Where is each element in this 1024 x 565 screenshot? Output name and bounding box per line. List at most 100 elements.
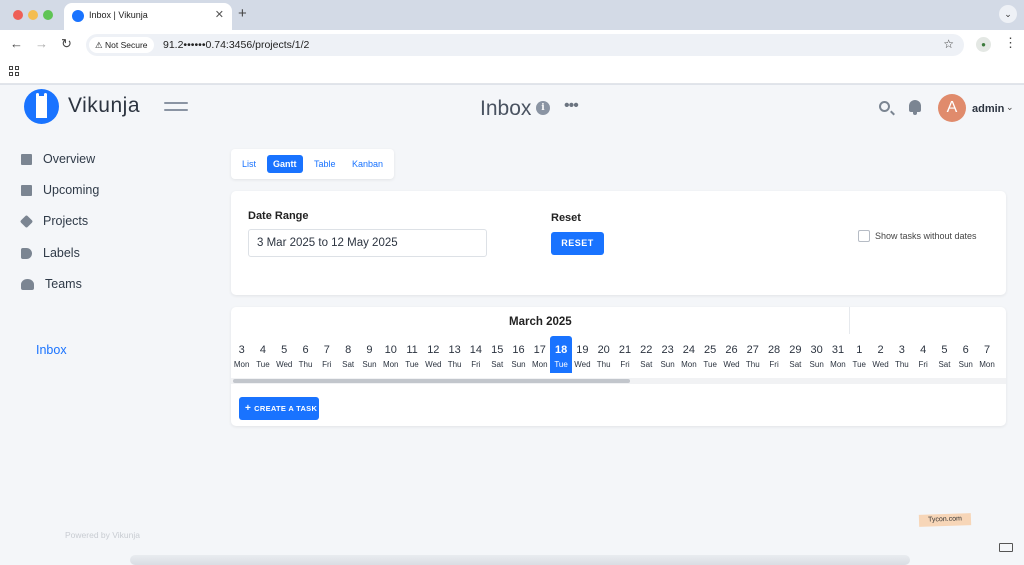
sidebar-item-overview[interactable]: Overview — [21, 150, 95, 168]
search-icon[interactable] — [879, 101, 890, 112]
notifications-bell-icon[interactable] — [909, 100, 921, 115]
show-without-dates-label[interactable]: Show tasks without dates — [875, 231, 977, 241]
tab-search-chevron-icon[interactable]: ⌄ — [999, 5, 1017, 23]
gantt-day: 15 Sat — [487, 336, 508, 373]
tab-list[interactable]: List — [236, 155, 262, 173]
warning-icon: ⚠ — [95, 40, 103, 50]
day-weekday: Tue — [405, 360, 419, 369]
extension-icon[interactable]: ● — [976, 37, 991, 52]
day-weekday: Thu — [894, 360, 909, 369]
day-number: 7 — [323, 344, 330, 356]
info-icon[interactable]: i — [536, 101, 550, 115]
day-weekday: Sun — [511, 360, 526, 369]
gantt-day: 19 Wed — [572, 336, 593, 373]
gantt-day-header: 3 Mon 4 Tue 5 Wed 6 Thu 7 Fri 8 Sat 9 Sun 10 Mon 11 Tue 12… — [231, 336, 998, 373]
address-bar[interactable]: ⚠ Not Secure 91.2••••••0.74:3456/project… — [86, 34, 964, 56]
sidebar-item-labels[interactable]: Labels — [21, 244, 80, 262]
day-weekday: Wed — [276, 360, 293, 369]
sidebar-item-projects[interactable]: Projects — [19, 212, 89, 230]
day-number: 3 — [238, 344, 245, 356]
sidebar-item-label: Labels — [43, 246, 80, 260]
window-minimize-button[interactable] — [28, 10, 38, 20]
day-weekday: Mon — [532, 360, 548, 369]
back-arrow-icon[interactable]: ← — [10, 36, 23, 51]
day-weekday: Fri — [769, 360, 779, 369]
day-number: 14 — [469, 344, 483, 356]
gantt-day: 4 Tue — [252, 336, 273, 373]
day-weekday: Mon — [979, 360, 995, 369]
gantt-day: 24 Mon — [678, 336, 699, 373]
gantt-day-today: 18 Tue — [550, 336, 572, 373]
day-number: 25 — [704, 344, 717, 356]
day-weekday: Fri — [322, 360, 332, 369]
watermark-badge: Tycon.com — [918, 513, 972, 527]
bookmarks-bar — [0, 60, 1024, 84]
day-number: 6 — [962, 344, 969, 356]
powered-by-link[interactable]: Powered by Vikunja — [65, 530, 140, 540]
gantt-day: 27 Thu — [742, 336, 763, 373]
gantt-day: 6 Thu — [295, 336, 316, 373]
browser-menu-icon[interactable]: ⋮ — [1004, 35, 1017, 51]
tab-table[interactable]: Table — [308, 155, 342, 173]
gantt-day: 25 Tue — [700, 336, 721, 373]
url-text[interactable]: 91.2••••••0.74:3456/projects/1/2 — [163, 39, 309, 51]
day-number: 9 — [366, 344, 373, 356]
day-weekday: Sat — [938, 360, 951, 369]
bookmark-star-icon[interactable]: ☆ — [943, 37, 954, 51]
calendar-icon — [21, 184, 32, 196]
apps-grid-icon[interactable] — [9, 66, 19, 76]
gantt-day: 11 Tue — [401, 336, 422, 373]
vikunja-logo-icon[interactable] — [24, 89, 59, 124]
show-without-dates-checkbox[interactable] — [858, 230, 870, 242]
reset-button[interactable]: RESET — [551, 232, 604, 255]
users-icon — [21, 278, 34, 290]
gantt-day: 31 Mon — [827, 336, 848, 373]
day-number: 28 — [767, 344, 781, 356]
sidebar-item-label: Overview — [43, 152, 96, 166]
not-secure-chip[interactable]: ⚠ Not Secure — [89, 37, 154, 53]
more-options-icon[interactable]: ••• — [564, 97, 579, 115]
tab-title: Inbox | Vikunja — [89, 10, 148, 20]
tab-gantt[interactable]: Gantt — [267, 155, 303, 173]
sidebar-item-label: Projects — [43, 214, 89, 228]
day-number: 30 — [810, 344, 823, 356]
app-viewport: Vikunja Inbox i ••• A admin ⌄ Overview U… — [0, 85, 1024, 565]
window-zoom-button[interactable] — [43, 10, 53, 20]
day-weekday: Sun — [958, 360, 973, 369]
day-weekday: Mon — [681, 360, 697, 369]
day-number: 18 — [554, 344, 568, 356]
day-number: 3 — [898, 344, 905, 356]
keyboard-shortcuts-icon[interactable] — [999, 543, 1013, 552]
forward-arrow-icon[interactable]: → — [35, 36, 48, 51]
gantt-day: 2 Wed — [870, 336, 891, 373]
gantt-day: 3 Thu — [891, 336, 912, 373]
date-range-label: Date Range — [248, 210, 309, 222]
sidebar-item-label: Upcoming — [43, 183, 100, 197]
window-close-button[interactable] — [13, 10, 23, 20]
menu-toggle-icon[interactable] — [164, 102, 188, 112]
reload-icon[interactable]: ↻ — [61, 36, 72, 52]
tab-close-icon[interactable]: ✕ — [215, 8, 224, 21]
browser-tab[interactable]: Inbox | Vikunja ✕ — [64, 3, 232, 30]
gantt-day: 28 Fri — [763, 336, 784, 373]
day-weekday: Tue — [256, 360, 270, 369]
day-weekday: Fri — [471, 360, 481, 369]
day-number: 10 — [384, 344, 397, 356]
user-name[interactable]: admin — [972, 103, 1004, 115]
chevron-down-icon[interactable]: ⌄ — [1006, 102, 1014, 113]
sidebar-item-label: Teams — [45, 277, 82, 291]
avatar[interactable]: A — [938, 94, 966, 122]
gantt-day: 3 Mon — [231, 336, 252, 373]
sidebar-item-teams[interactable]: Teams — [21, 275, 82, 293]
day-number: 4 — [920, 344, 927, 356]
gantt-scrollbar[interactable] — [231, 378, 1006, 384]
scrollbar-thumb[interactable] — [233, 379, 630, 383]
new-tab-button[interactable]: + — [238, 5, 247, 22]
logo-text[interactable]: Vikunja — [68, 94, 140, 118]
sidebar-item-upcoming[interactable]: Upcoming — [21, 181, 99, 199]
date-range-input[interactable]: 3 Mar 2025 to 12 May 2025 — [248, 229, 487, 257]
sidebar-project-inbox[interactable]: Inbox — [36, 343, 67, 357]
create-task-button[interactable]: + CREATE A TASK — [239, 397, 319, 420]
day-weekday: Tue — [852, 360, 867, 369]
tab-kanban[interactable]: Kanban — [346, 155, 389, 173]
